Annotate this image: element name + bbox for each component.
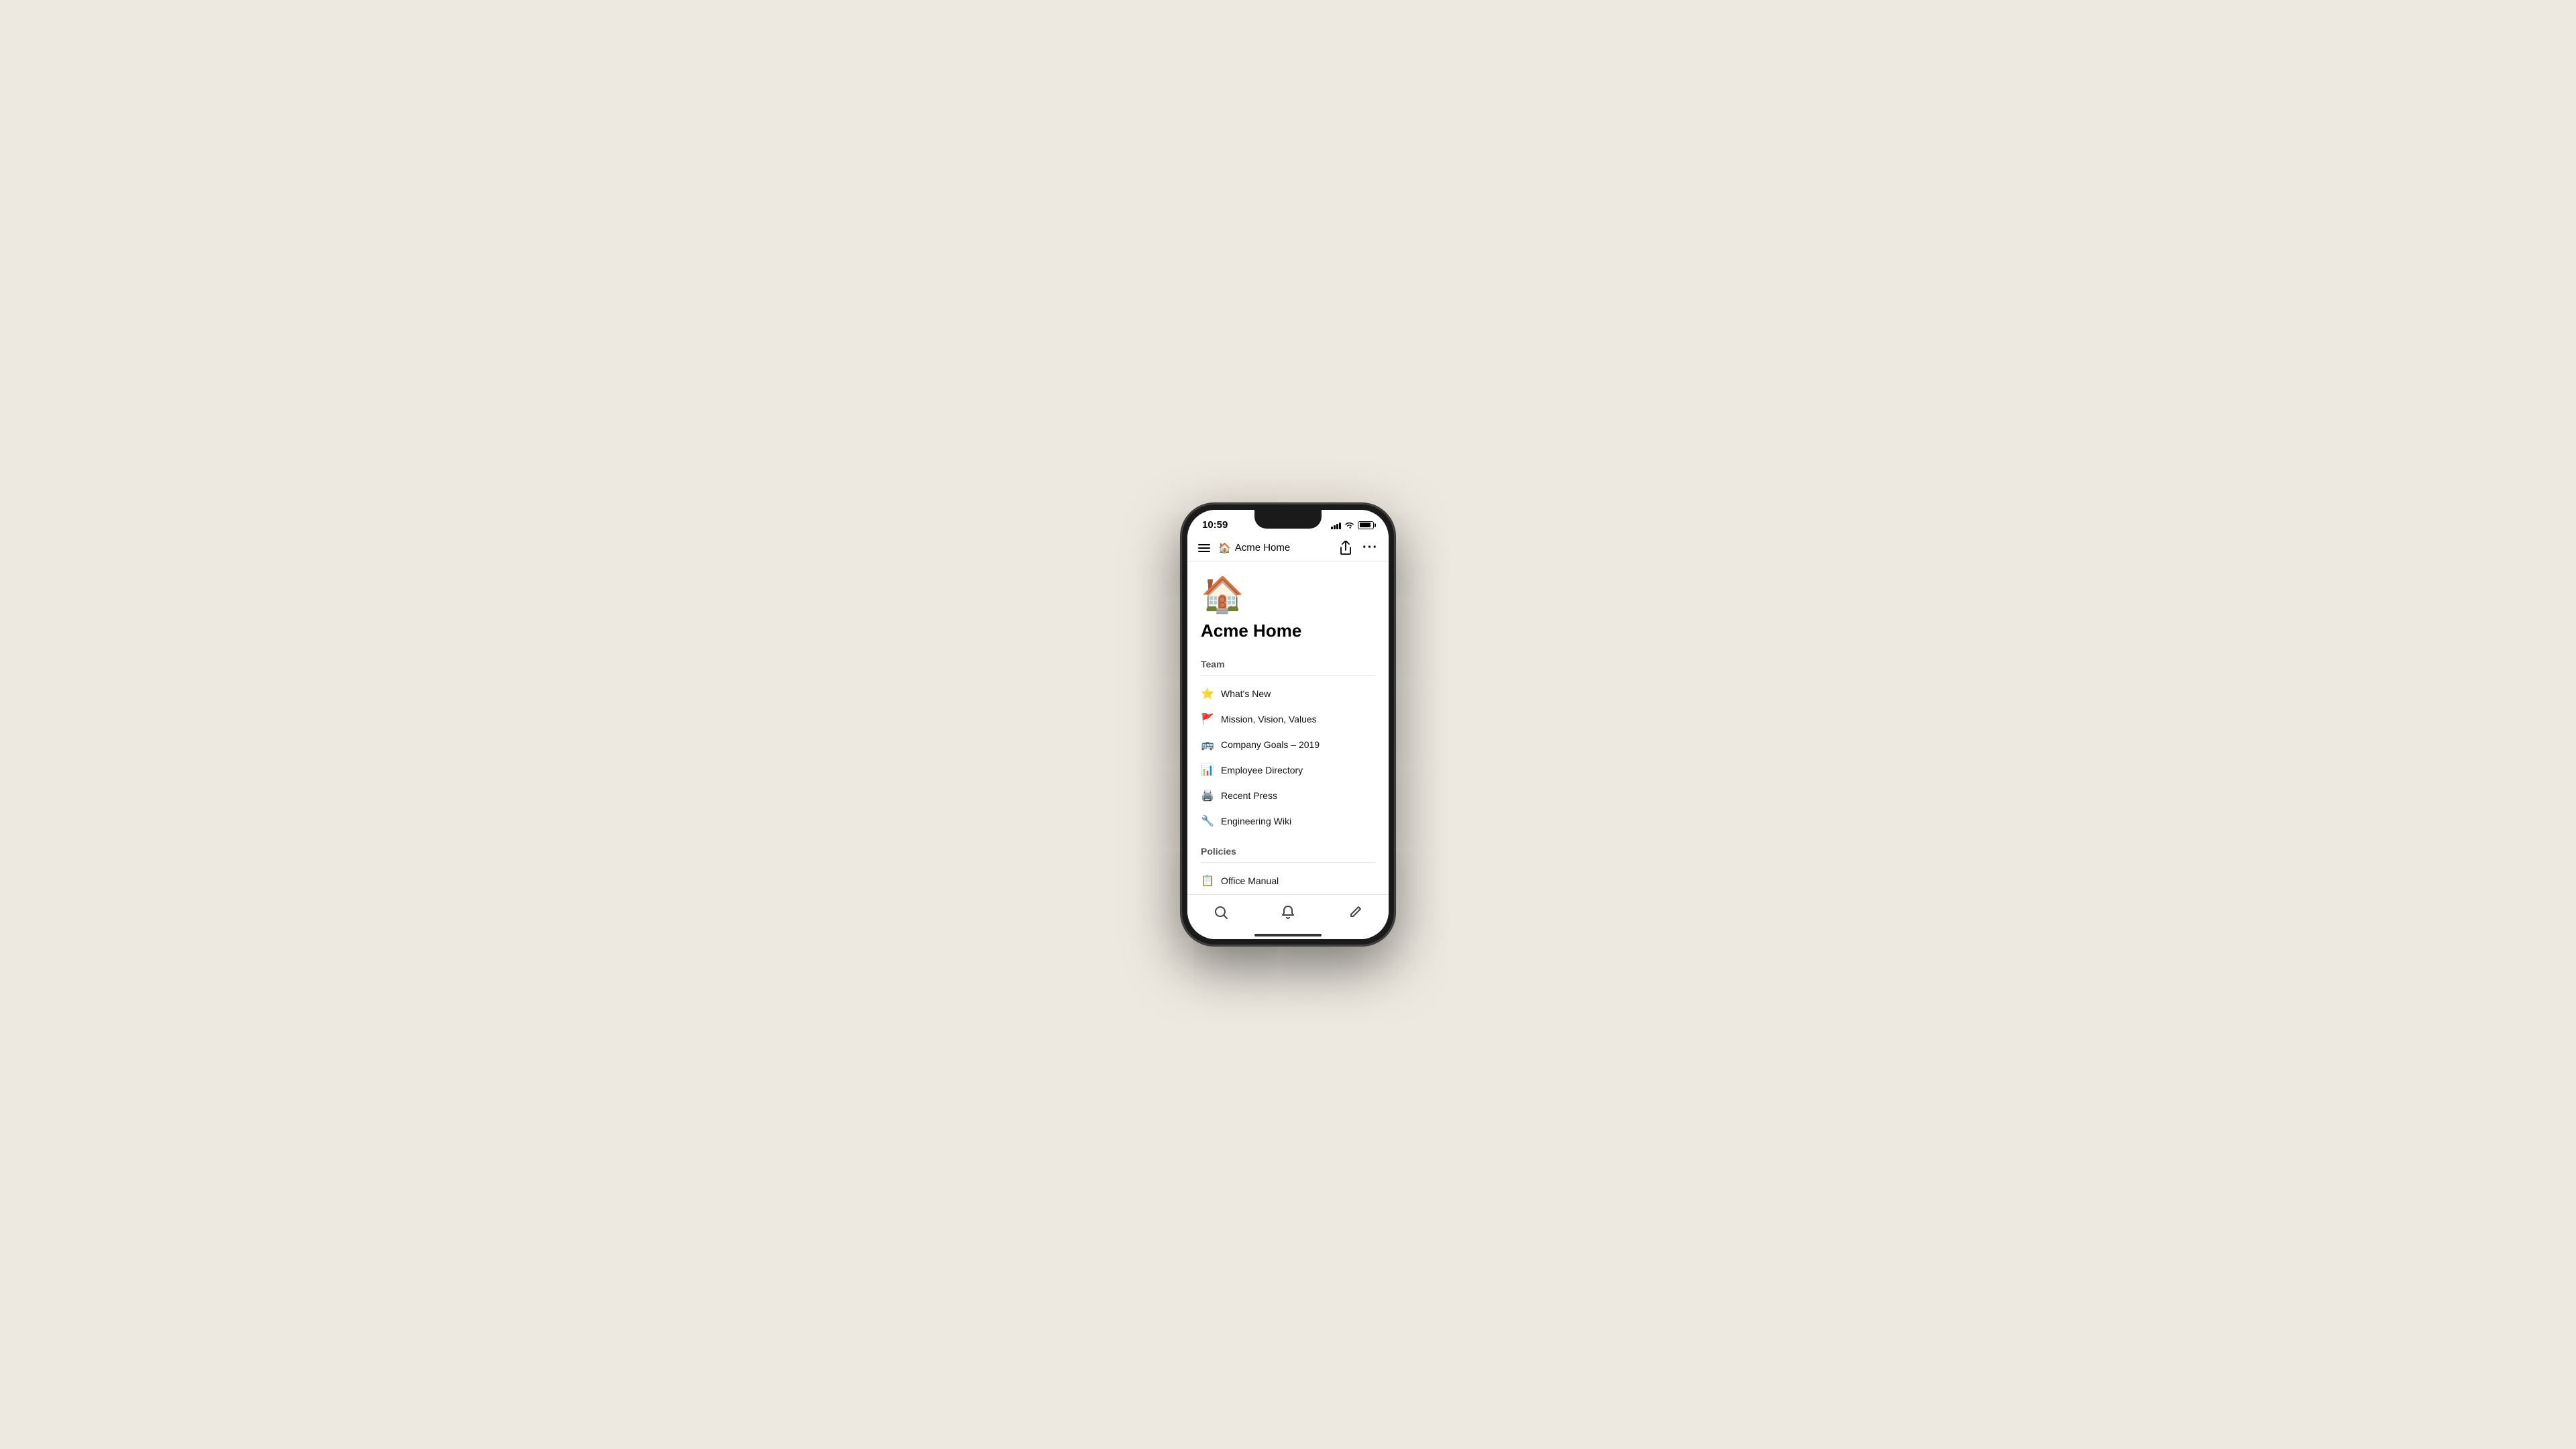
phone-screen: 10:59 [1187,510,1389,939]
section-policies-header: Policies [1187,842,1389,861]
item-emoji: 🚌 [1201,738,1214,751]
item-emoji: 🚩 [1201,712,1214,726]
compose-tab[interactable] [1342,902,1368,923]
item-emoji: 📋 [1201,874,1214,888]
home-indicator [1254,934,1322,936]
tab-bar [1187,894,1389,939]
search-tab[interactable] [1208,902,1234,923]
nav-emoji: 🏠 [1218,542,1231,554]
section-policies-divider [1201,862,1375,863]
list-item[interactable]: ⭐ What's New [1187,681,1389,706]
item-emoji: 🖨️ [1201,789,1214,802]
item-label: Mission, Vision, Values [1221,714,1317,724]
list-item[interactable]: 📋 Office Manual [1187,868,1389,894]
list-item[interactable]: 🖨️ Recent Press [1187,783,1389,808]
list-item[interactable]: 🚌 Company Goals – 2019 [1187,732,1389,757]
notifications-tab[interactable] [1275,902,1301,923]
phone-device: 10:59 [1181,503,1395,946]
status-icons [1331,521,1374,529]
list-item[interactable]: 🚩 Mission, Vision, Values [1187,706,1389,732]
item-emoji: ⭐ [1201,687,1214,700]
nav-title: 🏠 Acme Home [1218,542,1290,554]
more-button[interactable]: ··· [1362,540,1378,555]
item-label: Company Goals – 2019 [1221,739,1320,750]
page-emoji: 🏠 [1187,561,1389,618]
battery-fill [1360,523,1371,527]
section-team-divider [1201,675,1375,676]
nav-left: 🏠 Acme Home [1198,542,1290,554]
section-team-header: Team [1187,655,1389,674]
wifi-icon [1344,521,1354,529]
battery-icon [1358,521,1374,529]
menu-button[interactable] [1198,544,1210,552]
item-emoji: 🔧 [1201,814,1214,828]
signal-icon [1331,521,1341,529]
notch [1254,510,1322,529]
page-content: 🏠 Acme Home Team ⭐ What's New 🚩 Mission,… [1187,561,1389,894]
status-time: 10:59 [1202,519,1228,531]
item-label: What's New [1221,688,1271,699]
item-emoji: 📊 [1201,763,1214,777]
list-item[interactable]: 🔧 Engineering Wiki [1187,808,1389,834]
page-title: Acme Home [1187,618,1389,655]
nav-bar: 🏠 Acme Home ··· [1187,535,1389,561]
item-label: Recent Press [1221,790,1277,801]
nav-title-text: Acme Home [1235,542,1291,553]
item-label: Engineering Wiki [1221,816,1291,826]
nav-right: ··· [1340,540,1378,555]
share-button[interactable] [1340,541,1352,555]
item-label: Employee Directory [1221,765,1303,775]
item-label: Office Manual [1221,875,1279,886]
list-item[interactable]: 📊 Employee Directory [1187,757,1389,783]
status-bar: 10:59 [1187,510,1389,535]
